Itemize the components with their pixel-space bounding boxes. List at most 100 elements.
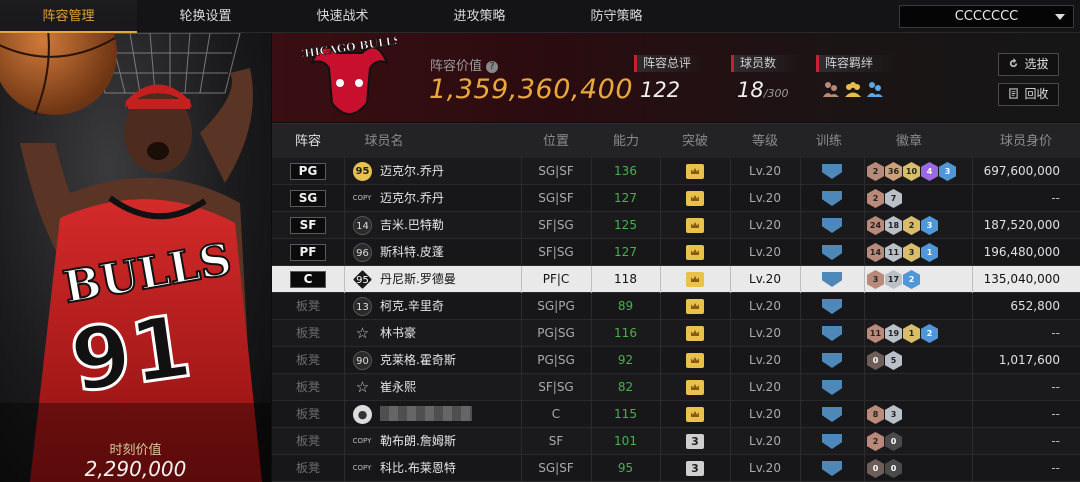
team-value-label: 阵容价值? [430,55,499,74]
training-shield-icon[interactable] [822,353,842,368]
player-ability: 89 [617,299,634,313]
player-artwork: BULLS 91 [0,33,271,482]
training-cell[interactable] [800,455,864,482]
table-row[interactable]: C 95 丹尼斯.罗德曼 PF|C 118 Lv.20 3 17 2 135,040,000 [272,266,1080,293]
table-row[interactable]: 板凳 ● C 115 Lv.20 8 3 -- [272,401,1080,428]
player-level: Lv.20 [749,191,781,205]
table-row[interactable]: 板凳 ☆ 林书豪 PG|SG 116 Lv.20 11 19 1 2 -- [272,320,1080,347]
badge-list: 14 11 3 1 [867,243,938,262]
breakthrough-level-badge: 3 [686,434,704,449]
help-icon[interactable]: ? [486,61,499,73]
table-row[interactable]: 板凳 COPY 科比.布莱恩特 SG|SF 95 3 Lv.20 0 0 -- [272,455,1080,482]
training-shield-icon[interactable] [822,461,842,476]
badge-hexagon: 0 [867,459,884,478]
training-shield-icon[interactable] [822,326,842,341]
player-level: Lv.20 [749,434,781,448]
badge-hexagon: 3 [939,162,956,181]
training-cell[interactable] [800,347,864,374]
table-row[interactable]: 板凳 90 克莱格.霍奇斯 PG|SG 92 Lv.20 0 5 1,017,600 [272,347,1080,374]
bench-label: 板凳 [295,380,320,394]
chevron-down-icon [1055,14,1065,20]
col-slot: 阵容 [294,134,321,149]
training-cell[interactable] [800,293,864,320]
table-row[interactable]: 板凳 13 柯克.辛里奇 SG|PG 89 Lv.20 652,800 [272,293,1080,320]
training-shield-icon[interactable] [822,191,842,206]
training-shield-icon[interactable] [822,434,842,449]
bond-icon-bronze[interactable] [822,80,840,98]
training-cell[interactable] [800,374,864,401]
bond-icon-gold[interactable] [844,80,862,98]
training-shield-icon[interactable] [822,299,842,314]
player-card-badge: 95 [353,162,372,181]
training-cell[interactable] [800,212,864,239]
column-divider [344,374,345,401]
crown-icon [686,326,704,341]
slot-cell: PF [272,239,344,266]
column-divider [864,185,865,212]
player-ability: 127 [614,245,637,259]
featured-player-card[interactable]: BULLS 91 时刻价值 2,290,000 [0,33,271,482]
player-ability: 136 [614,164,637,178]
badge-list: 83 [867,405,902,424]
bond-icon-blue[interactable] [866,80,884,98]
team-logo: CHICAGO BULLS [302,33,397,115]
team-summary-banner: CHICAGO BULLS 阵容价值? 1,359,360,400 阵容总评 1… [272,33,1080,122]
player-position: PG|SG [537,353,575,367]
training-shield-icon[interactable] [822,245,842,260]
table-row[interactable]: PF 96 斯科特.皮蓬 SF|SG 127 Lv.20 14 11 3 1 196,480,000 [272,239,1080,266]
column-divider [344,266,345,293]
badge-list: 2 36 10 4 3 [867,162,956,181]
star-icon: ☆ [355,378,370,396]
player-value: 187,520,000 [983,218,1060,232]
top-nav: 阵容管理 轮换设置 快速战术 进攻策略 防守策略 CCCCCCC [0,0,1080,34]
tab-rotation-settings[interactable]: 轮换设置 [137,0,274,33]
badge-list: 00 [867,459,902,478]
table-row[interactable]: SF 14 吉米.巴特勒 SF|SG 125 Lv.20 24 18 2 3 187,520,000 [272,212,1080,239]
badge-hexagon: 1 [921,243,938,262]
crown-icon [686,218,704,233]
person-icon: ● [353,405,372,424]
star-icon: ☆ [355,324,370,342]
recycle-button[interactable]: 回收 [998,83,1059,106]
badge-hexagon: 10 [903,162,920,181]
training-cell[interactable] [800,185,864,212]
player-value: 697,600,000 [983,164,1060,178]
training-cell[interactable] [800,266,864,293]
crown-icon [686,245,704,260]
player-card-badge: 14 [353,216,372,235]
training-shield-icon[interactable] [822,407,842,422]
player-value: 1,017,600 [998,353,1060,367]
badge-hexagon: 2 [903,216,920,235]
table-row[interactable]: PG 95 迈克尔.乔丹 SG|SF 136 Lv.20 2 36 10 4 3 697,600,00… [272,158,1080,185]
tab-defense-strategy[interactable]: 防守策略 [548,0,685,33]
player-name: 林书豪 [380,326,417,340]
training-shield-icon[interactable] [822,380,842,395]
account-dropdown[interactable]: CCCCCCC [899,5,1074,28]
training-cell[interactable] [800,320,864,347]
column-divider [864,455,865,482]
training-cell[interactable] [800,158,864,185]
table-row[interactable]: 板凳 COPY 勒布朗.詹姆斯 SF 101 3 Lv.20 2 0 -- [272,428,1080,455]
position-slot-badge: C [290,271,326,288]
player-count-label: 球员数 [731,55,801,72]
tab-offense-strategy[interactable]: 进攻策略 [411,0,548,33]
player-position: SF|SG [538,245,574,259]
training-shield-icon[interactable] [822,272,842,287]
player-value: -- [1051,461,1060,475]
select-button[interactable]: 选拔 [998,53,1059,76]
training-cell[interactable] [800,239,864,266]
breakthrough-cell: 3 [660,428,730,455]
player-name: 柯克.辛里奇 [380,299,444,313]
player-card-badge: 96 [353,243,372,262]
player-level: Lv.20 [749,218,781,232]
table-row[interactable]: SG COPY 迈克尔.乔丹 SG|SF 127 Lv.20 2 7 -- [272,185,1080,212]
tab-lineup-management[interactable]: 阵容管理 [0,0,137,34]
training-cell[interactable] [800,401,864,428]
column-divider [864,212,865,239]
training-shield-icon[interactable] [822,164,842,179]
training-cell[interactable] [800,428,864,455]
column-divider [864,293,865,320]
table-row[interactable]: 板凳 ☆ 崔永熙 SF|SG 82 Lv.20 -- [272,374,1080,401]
tab-quick-tactics[interactable]: 快速战术 [274,0,411,33]
training-shield-icon[interactable] [822,218,842,233]
